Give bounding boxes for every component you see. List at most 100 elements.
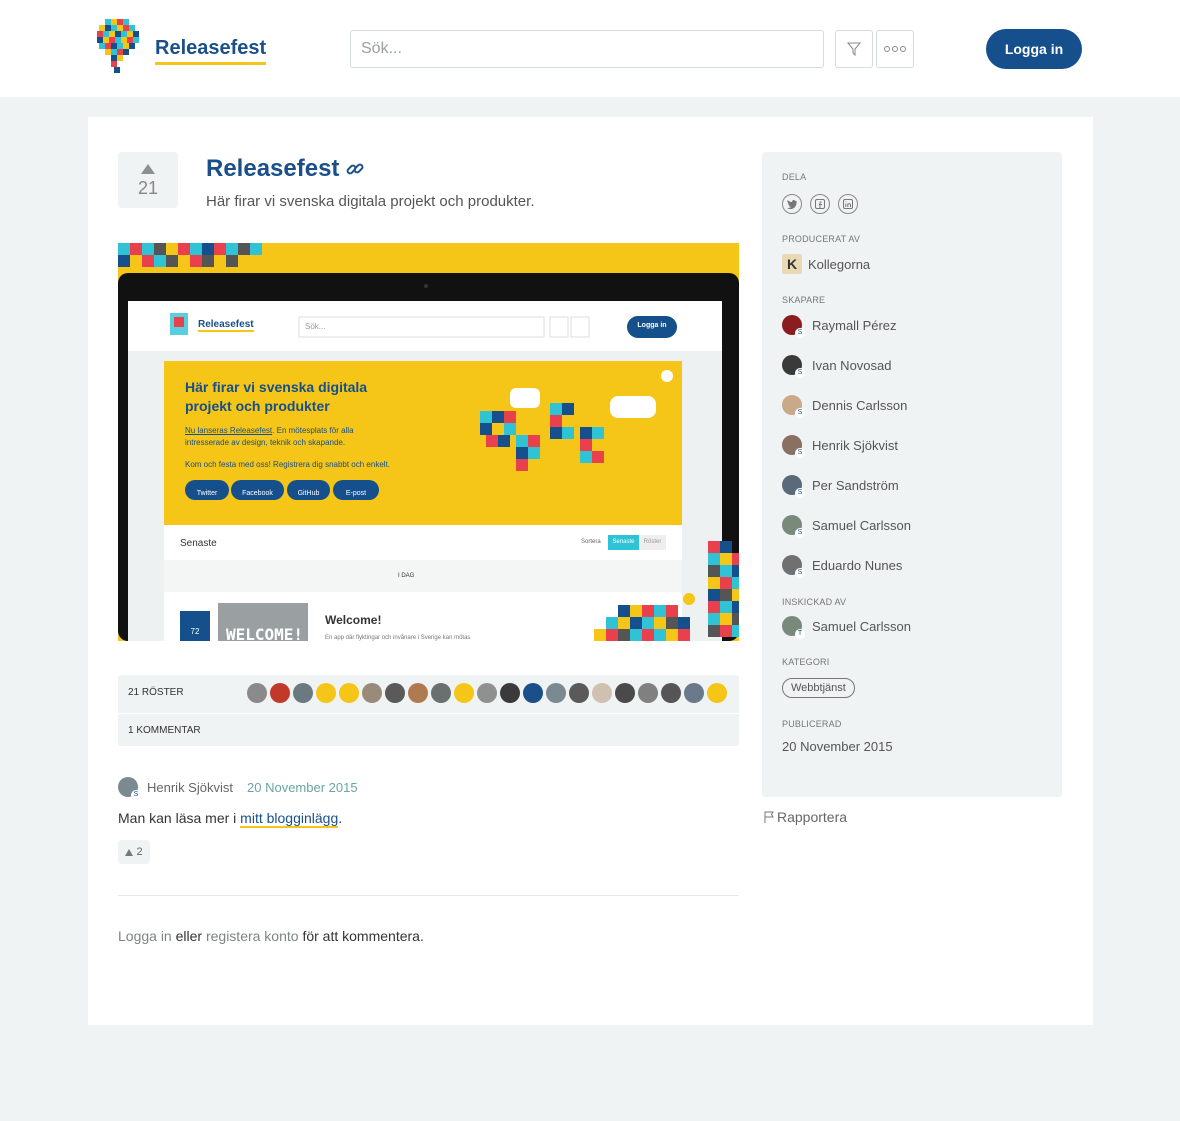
- user-badge: S: [795, 328, 805, 338]
- linkedin-share-button[interactable]: [838, 194, 858, 214]
- voter-avatar[interactable]: [431, 683, 451, 703]
- user-badge: T: [795, 629, 805, 639]
- votes-bar: 21 RÖSTER: [118, 675, 739, 713]
- voter-avatar[interactable]: [500, 683, 520, 703]
- avatar: S: [782, 395, 805, 418]
- shot-banner-text-3: Kom och festa med oss! Registrera dig sn…: [185, 460, 390, 469]
- upvote-arrow-icon: [125, 848, 134, 856]
- voter-avatar[interactable]: [247, 683, 267, 703]
- avatar: S: [782, 475, 805, 498]
- report-label: Rapportera: [777, 809, 848, 825]
- login-to-comment: Logga in eller registera konto för att k…: [118, 928, 424, 944]
- register-link[interactable]: registera konto: [206, 928, 299, 944]
- creator-item[interactable]: S Eduardo Nunes: [782, 555, 903, 578]
- shot-list-title: Senaste: [180, 538, 217, 549]
- creator-name: Samuel Carlsson: [812, 517, 911, 533]
- shot-item-image-text: WELCOME!: [226, 625, 304, 641]
- report-link[interactable]: Rapportera: [764, 809, 847, 825]
- shot-login: Logga in: [637, 322, 667, 329]
- user-badge: S: [131, 790, 141, 800]
- voter-avatar[interactable]: [546, 683, 566, 703]
- voter-avatar[interactable]: [707, 683, 727, 703]
- avatar: S: [782, 355, 805, 378]
- voter-avatar[interactable]: [638, 683, 658, 703]
- link-icon[interactable]: [345, 159, 365, 179]
- search-input[interactable]: [350, 30, 824, 68]
- voter-avatar[interactable]: [362, 683, 382, 703]
- voter-avatar[interactable]: [316, 683, 336, 703]
- upvote-button[interactable]: 21: [118, 152, 178, 208]
- creator-item[interactable]: S Henrik Sjökvist: [782, 435, 898, 458]
- shot-banner-title-2: projekt och produkter: [185, 398, 330, 414]
- shot-day-label: I DAG: [398, 573, 415, 579]
- creator-item[interactable]: S Dennis Carlsson: [782, 395, 907, 418]
- voter-avatar[interactable]: [523, 683, 543, 703]
- category-heading: KATEGORI: [782, 657, 830, 667]
- comment-vote-count: 2: [136, 846, 143, 858]
- voter-avatar[interactable]: [592, 683, 612, 703]
- facebook-share-button[interactable]: [810, 194, 830, 214]
- creator-name: Per Sandström: [812, 477, 899, 493]
- creator-item[interactable]: S Samuel Carlsson: [782, 515, 911, 538]
- published-date-text: 20 November 2015: [782, 739, 893, 754]
- creator-item[interactable]: S Per Sandström: [782, 475, 899, 498]
- voter-avatar[interactable]: [293, 683, 313, 703]
- shot-btn-github: GitHub: [297, 490, 320, 497]
- product-screenshot[interactable]: Releasefest Sök... Logga in Här firar vi…: [118, 243, 739, 641]
- submitter-item[interactable]: T Samuel Carlsson: [782, 616, 911, 639]
- shot-item-desc: En app där flyktingar och invånare i Sve…: [325, 635, 471, 641]
- comment-author[interactable]: Henrik Sjökvist: [147, 780, 233, 795]
- top-bar: Releasefest Logga in: [0, 0, 1180, 97]
- shot-banner-text-1: Nu lanseras Releasefest. En mötesplats f…: [185, 426, 354, 435]
- more-button[interactable]: [876, 30, 914, 68]
- voter-avatar[interactable]: [615, 683, 635, 703]
- info-sidebar: DELA PRODUCERAT AV K Kollegorna SKAPARE …: [762, 152, 1062, 797]
- user-badge: S: [795, 568, 805, 578]
- login-link[interactable]: Logga in: [118, 928, 172, 944]
- releasefest-logo[interactable]: [97, 19, 139, 77]
- creator-item[interactable]: S Raymall Pérez: [782, 315, 897, 338]
- voter-avatar[interactable]: [454, 683, 474, 703]
- cta-rest: för att kommentera.: [298, 928, 424, 944]
- comment-link[interactable]: mitt blogginlägg: [240, 810, 339, 828]
- shot-sort-active: Senaste: [612, 539, 635, 545]
- voter-avatar[interactable]: [661, 683, 681, 703]
- twitter-share-button[interactable]: [782, 194, 802, 214]
- product-panel: 21 Releasefest Här firar vi svenska digi…: [88, 117, 1093, 1025]
- avatar: S: [782, 555, 805, 578]
- user-badge: S: [795, 488, 805, 498]
- shot-banner-link: Nu lanseras Releasefest: [185, 426, 273, 435]
- comment-upvote-button[interactable]: 2: [118, 840, 150, 864]
- producer-name: Kollegorna: [808, 256, 871, 272]
- filter-button[interactable]: [835, 30, 873, 68]
- shot-search: Sök...: [305, 322, 326, 331]
- avatar: S: [782, 315, 805, 338]
- shot-item-votes: 72: [190, 627, 200, 636]
- upvote-arrow-icon: [141, 164, 155, 174]
- filter-icon: [847, 42, 861, 56]
- more-icon: [884, 46, 906, 52]
- votes-label: 21 RÖSTER: [128, 687, 184, 698]
- brand-name[interactable]: Releasefest: [155, 36, 267, 65]
- voter-avatar[interactable]: [684, 683, 704, 703]
- product-tagline: Här firar vi svenska digitala projekt oc…: [206, 193, 535, 210]
- producer-row[interactable]: K Kollegorna: [782, 254, 870, 274]
- comments-bar[interactable]: 1 KOMMENTAR: [118, 714, 739, 746]
- comment-date[interactable]: 20 November 2015: [247, 780, 358, 795]
- category-tag[interactable]: Webbtjänst: [782, 678, 855, 698]
- comment-text-after: .: [338, 810, 343, 826]
- creator-item[interactable]: S Ivan Novosad: [782, 355, 892, 378]
- vote-count: 21: [137, 178, 159, 198]
- voter-avatar[interactable]: [408, 683, 428, 703]
- avatar: T: [782, 616, 805, 639]
- cta-or: eller: [171, 928, 206, 944]
- voter-avatar[interactable]: [339, 683, 359, 703]
- voter-avatar[interactable]: [569, 683, 589, 703]
- product-title: Releasefest: [206, 155, 340, 182]
- divider: [118, 895, 739, 896]
- creator-name: Eduardo Nunes: [812, 557, 903, 573]
- voter-avatar[interactable]: [385, 683, 405, 703]
- login-button[interactable]: Logga in: [986, 29, 1082, 69]
- voter-avatar[interactable]: [477, 683, 497, 703]
- voter-avatar[interactable]: [270, 683, 290, 703]
